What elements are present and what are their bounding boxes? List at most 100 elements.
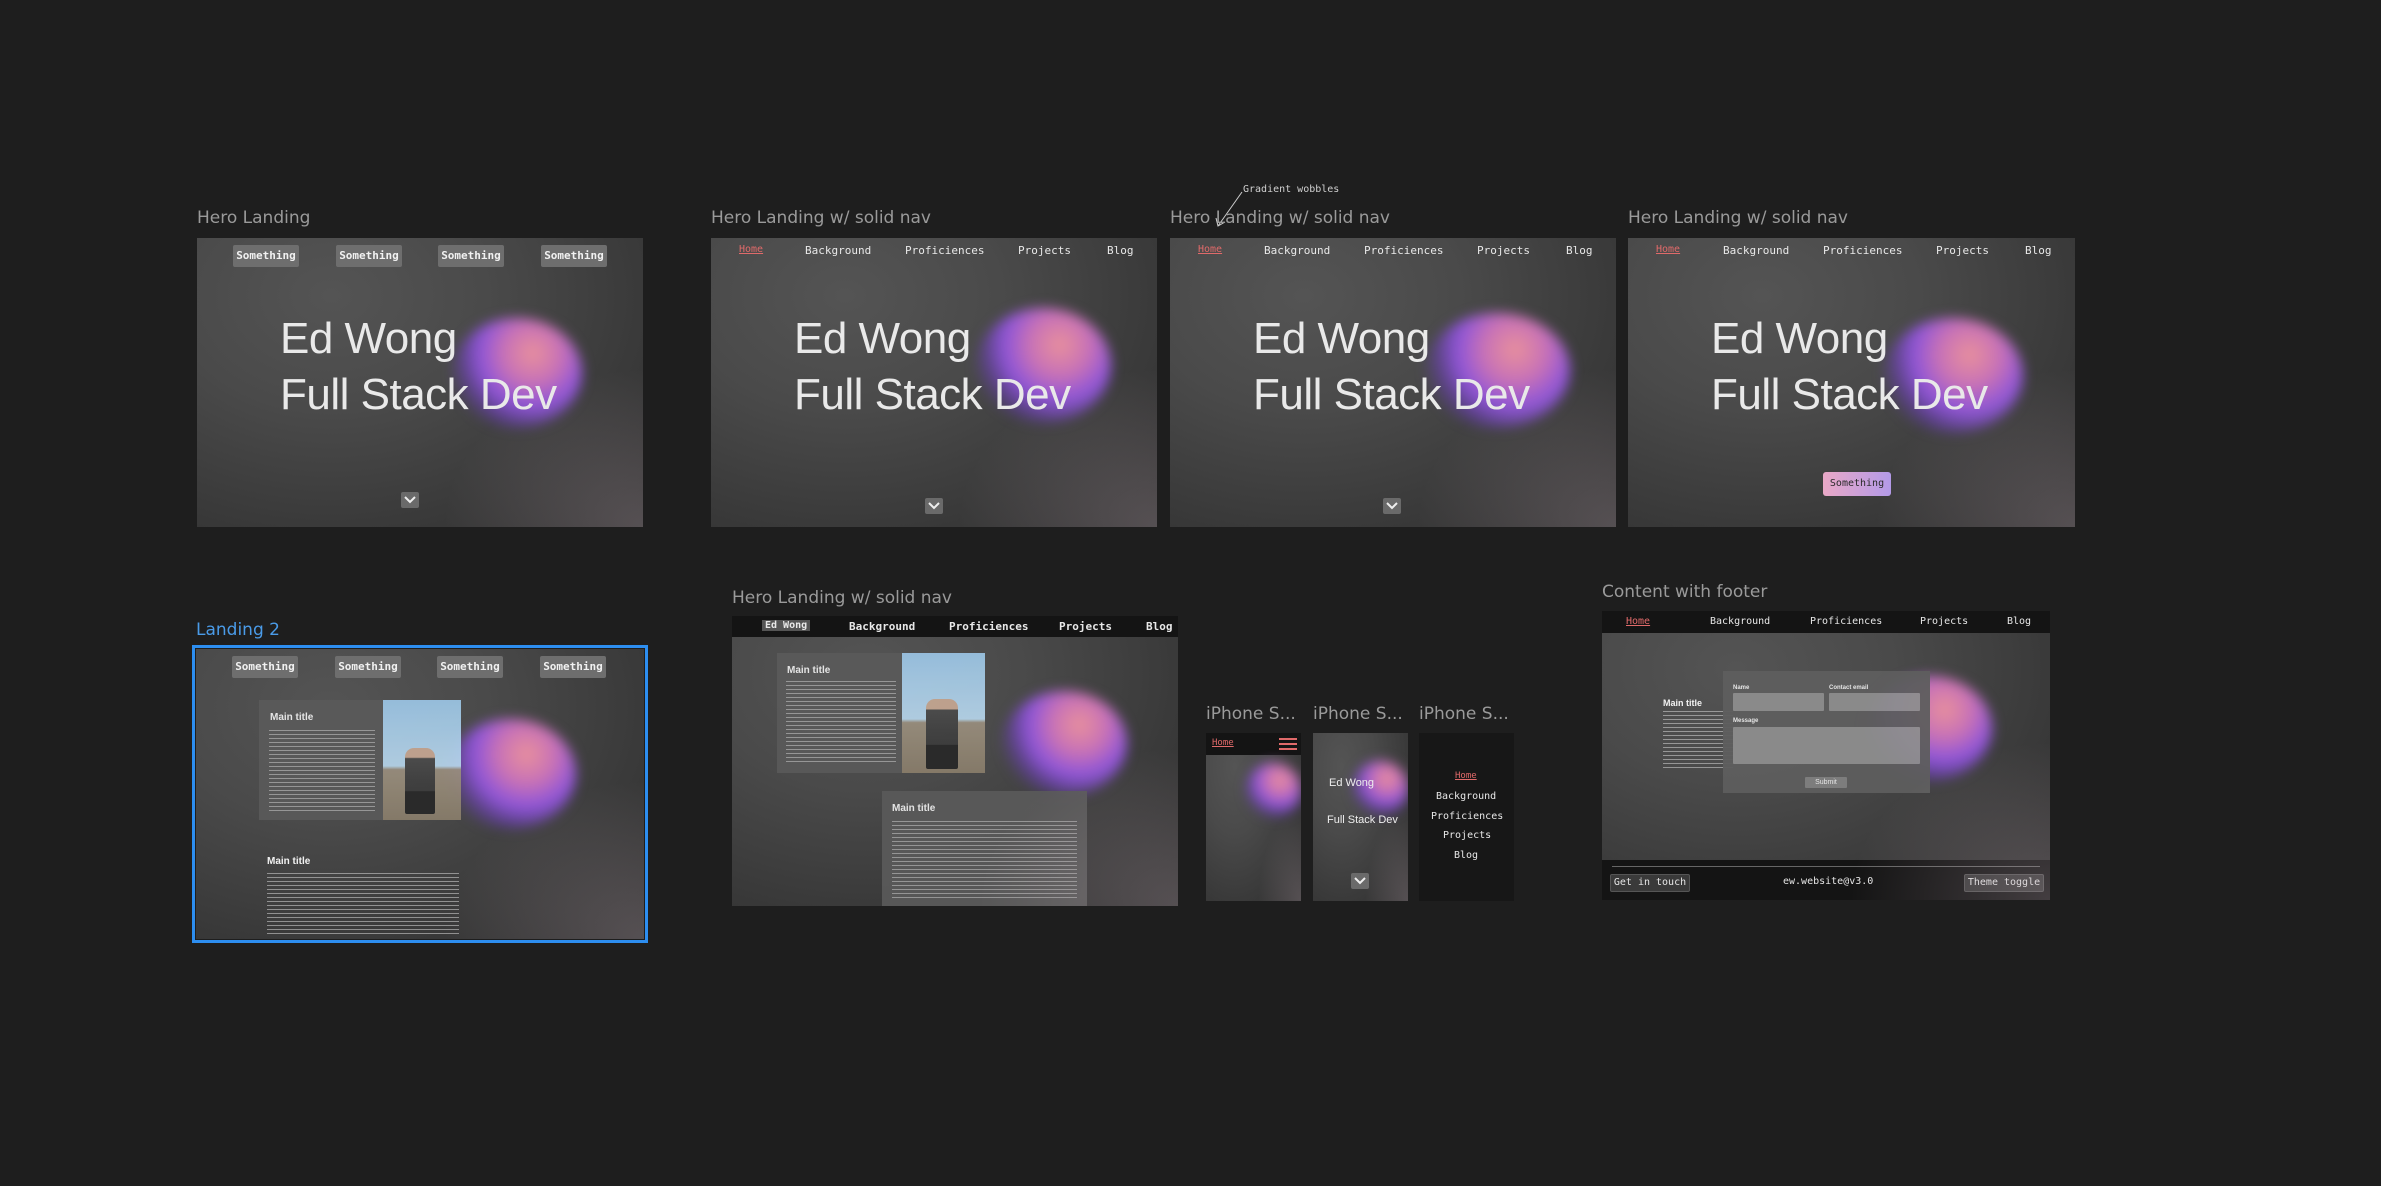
- gradient-annotation: Gradient wobbles: [1243, 184, 1340, 195]
- nav-blog[interactable]: Blog: [1146, 620, 1173, 633]
- nav-home[interactable]: Home: [1626, 616, 1650, 627]
- card-title: Main title: [892, 803, 936, 814]
- nav-background[interactable]: Background: [849, 620, 915, 633]
- frame-label-hero-solid-nav-4[interactable]: Hero Landing w/ solid nav: [732, 588, 952, 608]
- nav-button-2[interactable]: Something: [336, 245, 402, 267]
- nav-button-3[interactable]: Something: [437, 656, 503, 678]
- footer: Get in touch ew.website@v3.0 Theme toggl…: [1602, 860, 2050, 900]
- hero-name: Ed Wong: [1711, 314, 1888, 363]
- nav-home[interactable]: Home: [1198, 244, 1222, 255]
- nav-background[interactable]: Background: [1710, 616, 1770, 627]
- frame-iphone-1[interactable]: Home: [1206, 733, 1301, 901]
- nav-proficiences[interactable]: Proficiences: [1823, 244, 1902, 257]
- nav-blog[interactable]: Blog: [1107, 244, 1134, 257]
- photo-person: [405, 748, 435, 814]
- email-label: Contact email: [1829, 685, 1869, 691]
- nav-proficiences[interactable]: Proficiences: [1364, 244, 1443, 257]
- chevron-down-icon: [928, 502, 940, 510]
- nav-background[interactable]: Background: [1264, 244, 1330, 257]
- gradient-orb: [1246, 763, 1301, 818]
- frame-hero-solid-nav-4[interactable]: Ed Wong Background Proficiences Projects…: [732, 616, 1178, 906]
- submit-button[interactable]: Submit: [1805, 777, 1847, 788]
- nav-button-4[interactable]: Something: [541, 245, 607, 267]
- theme-toggle-button[interactable]: Theme toggle: [1964, 874, 2044, 892]
- profile-photo: [902, 653, 985, 773]
- frame-iphone-3[interactable]: Home Background Proficiences Projects Bl…: [1419, 733, 1514, 901]
- solid-nav-bar: Ed Wong Background Proficiences Projects…: [732, 616, 1178, 637]
- menu-home[interactable]: Home: [1455, 771, 1477, 781]
- frame-label-landing-2[interactable]: Landing 2: [196, 620, 280, 640]
- nav-proficiences[interactable]: Proficiences: [1810, 616, 1882, 627]
- name-label: Name: [1733, 685, 1750, 691]
- nav-home[interactable]: Home: [739, 244, 763, 255]
- chevron-down-icon: [1386, 502, 1398, 510]
- menu-background[interactable]: Background: [1436, 791, 1496, 802]
- nav-background[interactable]: Background: [1723, 244, 1789, 257]
- nav-proficiences[interactable]: Proficiences: [949, 620, 1028, 633]
- gradient-orb: [1002, 691, 1127, 796]
- nav-projects[interactable]: Projects: [1920, 616, 1968, 627]
- menu-projects[interactable]: Projects: [1443, 830, 1491, 841]
- frame-iphone-2[interactable]: Ed Wong Full Stack Dev: [1313, 733, 1408, 901]
- nav-projects[interactable]: Projects: [1936, 244, 1989, 257]
- frame-hero-solid-nav-3[interactable]: Home Background Proficiences Projects Bl…: [1628, 238, 2075, 527]
- nav-button-4[interactable]: Something: [540, 656, 606, 678]
- nav-home[interactable]: Home: [1656, 244, 1680, 255]
- nav-background[interactable]: Background: [805, 244, 871, 257]
- content-card: Main title: [259, 700, 461, 820]
- frame-hero-landing[interactable]: Something Something Something Something …: [197, 238, 643, 527]
- frame-landing-2[interactable]: Something Something Something Something …: [192, 645, 648, 943]
- hamburger-menu-icon[interactable]: [1279, 737, 1297, 751]
- nav-button-3[interactable]: Something: [438, 245, 504, 267]
- cta-button[interactable]: Something: [1823, 472, 1891, 496]
- scroll-down-button[interactable]: [1383, 498, 1401, 514]
- frame-hero-solid-nav-1[interactable]: Home Background Proficiences Projects Bl…: [711, 238, 1157, 527]
- frame-label-content-footer[interactable]: Content with footer: [1602, 582, 1767, 602]
- name-input[interactable]: [1733, 693, 1824, 711]
- frame-label-hero-landing[interactable]: Hero Landing: [197, 208, 310, 228]
- nav-blog[interactable]: Blog: [2025, 244, 2052, 257]
- mobile-nav-bar: Home: [1206, 733, 1301, 755]
- nav-proficiences[interactable]: Proficiences: [905, 244, 984, 257]
- nav-blog[interactable]: Blog: [2007, 616, 2031, 627]
- hero-name: Ed Wong: [1253, 314, 1430, 363]
- email-input[interactable]: [1829, 693, 1920, 711]
- frame-label-iphone-2[interactable]: iPhone S...: [1313, 704, 1403, 724]
- frame-content-footer[interactable]: Home Background Proficiences Projects Bl…: [1602, 611, 2050, 900]
- scroll-down-button[interactable]: [925, 498, 943, 514]
- nav-button-1[interactable]: Something: [233, 245, 299, 267]
- scroll-down-button[interactable]: [401, 492, 419, 508]
- photo-person: [926, 699, 958, 769]
- section-title: Main title: [267, 856, 311, 867]
- nav-blog[interactable]: Blog: [1566, 244, 1593, 257]
- frame-label-iphone-1[interactable]: iPhone S...: [1206, 704, 1296, 724]
- hero-title: Full Stack Dev: [280, 370, 557, 419]
- nav-button-1[interactable]: Something: [232, 656, 298, 678]
- card-title: Main title: [1663, 698, 1703, 708]
- hero-title: Full Stack Dev: [1711, 370, 1988, 419]
- frame-label-hero-solid-nav-3[interactable]: Hero Landing w/ solid nav: [1628, 208, 1848, 228]
- nav-button-2[interactable]: Something: [335, 656, 401, 678]
- hero-title: Full Stack Dev: [1253, 370, 1530, 419]
- hero-name: Ed Wong: [794, 314, 971, 363]
- frame-label-iphone-3[interactable]: iPhone S...: [1419, 704, 1509, 724]
- frame-label-hero-solid-nav-2[interactable]: Hero Landing w/ solid nav: [1170, 208, 1390, 228]
- frame-label-hero-solid-nav-1[interactable]: Hero Landing w/ solid nav: [711, 208, 931, 228]
- hero-title: Full Stack Dev: [794, 370, 1071, 419]
- nav-projects[interactable]: Projects: [1018, 244, 1071, 257]
- menu-proficiences[interactable]: Proficiences: [1431, 811, 1503, 822]
- content-card-1: Main title: [777, 653, 985, 773]
- nav-projects[interactable]: Projects: [1477, 244, 1530, 257]
- get-in-touch-button[interactable]: Get in touch: [1610, 874, 1690, 892]
- gradient-orb: [446, 719, 576, 829]
- scroll-down-button[interactable]: [1351, 873, 1369, 889]
- nav-home[interactable]: Home: [1212, 738, 1234, 748]
- message-textarea[interactable]: [1733, 727, 1920, 764]
- menu-blog[interactable]: Blog: [1454, 850, 1478, 861]
- nav-home-badge[interactable]: Ed Wong: [762, 620, 811, 631]
- frame-hero-solid-nav-2[interactable]: Home Background Proficiences Projects Bl…: [1170, 238, 1616, 527]
- section-body-text: [267, 873, 459, 935]
- card-body-text: [786, 681, 896, 765]
- contact-form-card: Name Contact email Message Submit: [1723, 671, 1930, 793]
- nav-projects[interactable]: Projects: [1059, 620, 1112, 633]
